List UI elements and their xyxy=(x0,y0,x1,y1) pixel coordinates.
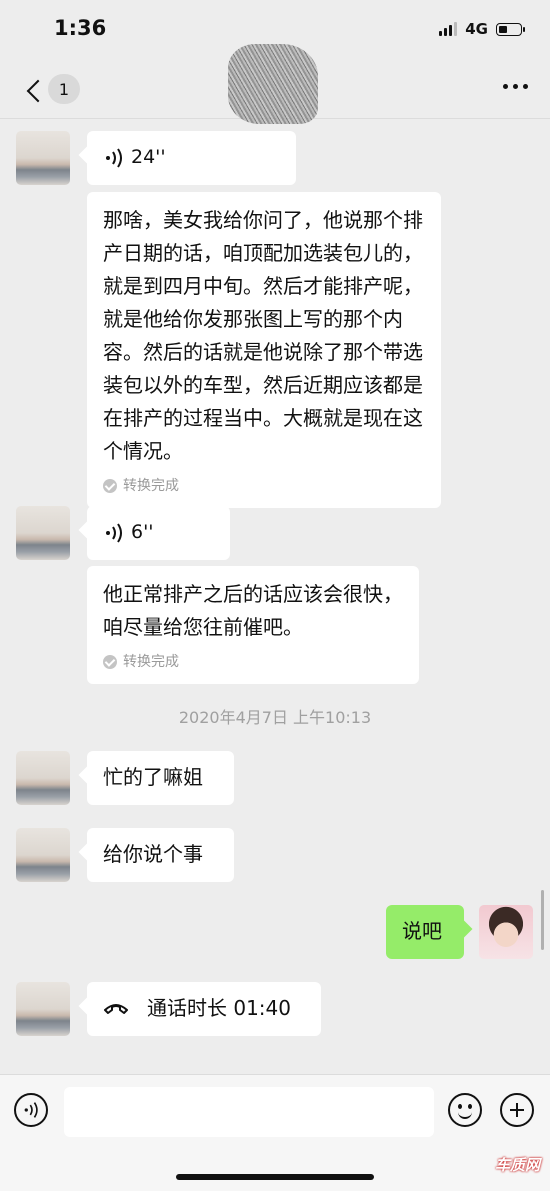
call-duration-text: 通话时长 01:40 xyxy=(147,996,291,1020)
voice-message-bubble[interactable]: 6'' xyxy=(87,506,230,560)
message-text: 给你说个事 xyxy=(103,842,203,866)
phone-hangup-icon xyxy=(104,1004,128,1014)
convert-status: 转换完成 xyxy=(103,652,403,672)
chat-timestamp: 2020年4月7日 上午10:13 xyxy=(178,708,372,727)
emoji-button[interactable] xyxy=(448,1093,482,1127)
voice-duration: 6'' xyxy=(131,521,154,543)
text-message-bubble[interactable]: 给你说个事 xyxy=(87,828,234,882)
text-message-bubble[interactable]: 忙的了嘛姐 xyxy=(87,751,234,805)
contact-avatar[interactable] xyxy=(16,828,70,882)
contact-avatar[interactable] xyxy=(16,131,70,185)
message-text: 忙的了嘛姐 xyxy=(103,765,203,789)
more-actions-plus-button[interactable] xyxy=(500,1093,534,1127)
unread-badge[interactable]: 1 xyxy=(48,74,80,104)
voice-wave-icon xyxy=(106,523,122,543)
convert-status-label: 转换完成 xyxy=(123,654,179,670)
status-time: 1:36 xyxy=(54,16,107,40)
check-circle-icon xyxy=(103,655,117,669)
emoji-mouth xyxy=(458,1110,472,1119)
voice-wave-icon xyxy=(24,1102,38,1118)
battery-icon xyxy=(496,22,525,36)
call-record-bubble[interactable]: 通话时长 01:40 xyxy=(87,982,321,1036)
voice-transcript[interactable]: 那啥，美女我给你问了，他说那个排产日期的话，咱顶配加选装包儿的，就是到四月中旬。… xyxy=(87,192,441,508)
voice-wave-icon xyxy=(106,148,122,168)
status-indicators: 4G xyxy=(439,20,525,38)
contact-avatar[interactable] xyxy=(16,982,70,1036)
convert-status-label: 转换完成 xyxy=(123,478,179,494)
transcript-text: 他正常排产之后的话应该会很快，咱尽量给您往前催吧。 xyxy=(103,582,403,639)
dot-icon xyxy=(503,84,508,89)
convert-status: 转换完成 xyxy=(103,476,425,496)
message-input[interactable] xyxy=(64,1087,434,1137)
dot-icon xyxy=(523,84,528,89)
signal-icon xyxy=(439,22,458,36)
home-indicator[interactable] xyxy=(176,1174,374,1180)
voice-input-button[interactable] xyxy=(14,1093,48,1127)
self-avatar[interactable] xyxy=(479,905,533,959)
network-label: 4G xyxy=(465,20,488,38)
self-message-bubble[interactable]: 说吧 xyxy=(386,905,464,959)
voice-message-bubble[interactable]: 24'' xyxy=(87,131,296,185)
emoji-eye xyxy=(458,1104,462,1109)
dot-icon xyxy=(513,84,518,89)
emoji-eye xyxy=(468,1104,472,1109)
message-text: 说吧 xyxy=(402,919,442,943)
censored-name-scribble xyxy=(228,44,318,124)
chevron-left-icon xyxy=(26,79,50,103)
voice-duration: 24'' xyxy=(131,146,166,168)
scrollbar[interactable] xyxy=(541,890,544,950)
watermark-logo: 车质网 xyxy=(494,1156,540,1174)
transcript-text: 那啥，美女我给你问了，他说那个排产日期的话，咱顶配加选装包儿的，就是到四月中旬。… xyxy=(103,208,423,463)
more-options-button[interactable] xyxy=(503,84,528,89)
check-circle-icon xyxy=(103,479,117,493)
voice-transcript[interactable]: 他正常排产之后的话应该会很快，咱尽量给您往前催吧。 转换完成 xyxy=(87,566,419,684)
contact-avatar[interactable] xyxy=(16,506,70,560)
battery-fill xyxy=(499,25,507,33)
contact-avatar[interactable] xyxy=(16,751,70,805)
